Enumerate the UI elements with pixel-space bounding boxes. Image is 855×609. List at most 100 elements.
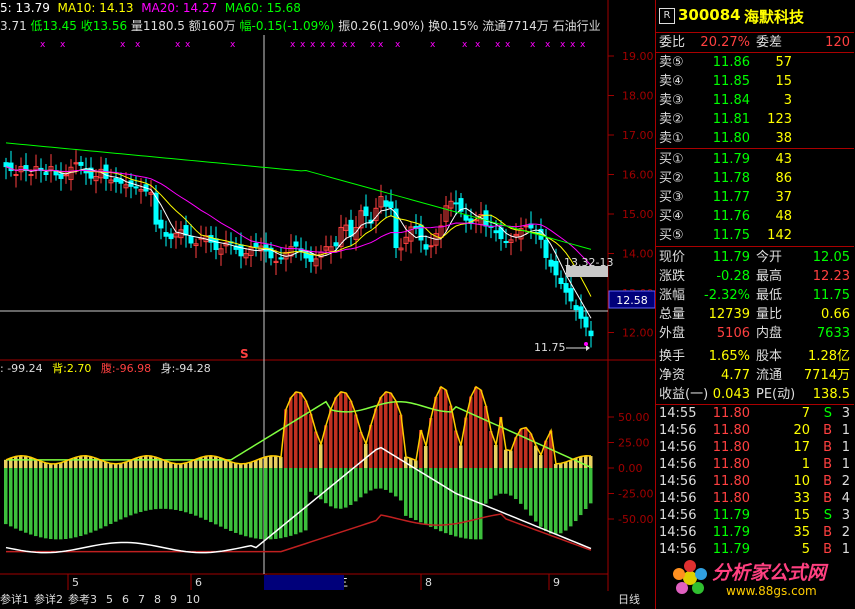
stat-value: 4.77 <box>721 368 750 383</box>
candle-body <box>333 242 339 247</box>
ind-bar-pos <box>19 455 23 468</box>
x-marker: x <box>378 40 384 50</box>
tab-detail-2[interactable]: 参详2 <box>34 593 63 607</box>
stat-value: -0.28 <box>716 269 750 284</box>
ind-bar-pos <box>289 397 293 468</box>
date-tick-label: 9 <box>553 576 560 589</box>
stat-row[interactable]: 涨幅 -2.32% 最低 11.75 <box>656 286 854 305</box>
ask-volume: 15 <box>775 74 792 89</box>
ind-belly-label: 腹: <box>101 361 116 375</box>
stock-logo-icon[interactable]: R <box>659 8 675 24</box>
price-tick-label: 15.00 <box>622 208 654 221</box>
ind-bar-neg <box>509 468 513 496</box>
ind-k: : -99.24 <box>0 362 43 375</box>
quote-panel: R 300084 海默科技 委比 20.27% 委差 120 卖⑤ 11.86 57… <box>655 0 855 609</box>
ind-bar-neg <box>474 468 478 540</box>
ind-bar-pos <box>379 397 383 468</box>
stat-label-2: 股本 <box>756 349 783 364</box>
stat-label-2: 内盘 <box>756 326 783 341</box>
price-tick-label: 18.00 <box>622 90 654 103</box>
ind-bar-neg <box>534 468 538 522</box>
ind-bar-neg <box>134 468 138 514</box>
ind-bar-pos <box>269 455 273 468</box>
candle-body <box>573 305 579 311</box>
ind-bar-pos <box>89 456 93 468</box>
ind-bar-neg <box>299 468 303 533</box>
indicator-header: : -99.24 背:2.70 腹:-96.98 身:-94.28 <box>0 361 211 375</box>
tab-6[interactable]: 6 <box>122 593 129 607</box>
tab-detail-1[interactable]: 参详1 <box>0 593 29 607</box>
stat-row[interactable]: 外盘 5106 内盘 7633 <box>656 324 854 343</box>
kline-chart[interactable]: 19.0018.0017.0016.0015.0014.0013.0012.00… <box>0 0 655 591</box>
ind-bar-neg <box>164 468 168 509</box>
bid-row[interactable]: 买④ 11.76 48 <box>656 207 854 226</box>
candle-body <box>383 200 389 207</box>
ind-bar-neg <box>399 468 403 501</box>
bid-price: 11.79 <box>712 152 750 167</box>
stat-label: 涨幅 <box>659 288 686 303</box>
watermark: 分析家公式网 www.88gs.com <box>670 556 854 608</box>
bid-volume: 43 <box>775 152 792 167</box>
tab-9[interactable]: 9 <box>170 593 177 607</box>
ask-row[interactable]: 卖④ 11.85 15 <box>656 72 854 91</box>
stat-label: 收益(一) <box>659 387 709 402</box>
stat-row[interactable]: 净资 4.77 流通 7714万 <box>656 366 854 385</box>
tab-7[interactable]: 7 <box>138 593 145 607</box>
ind-bar-pos <box>199 457 203 468</box>
ind-bar-pos <box>74 457 78 468</box>
bid-row[interactable]: 买① 11.79 43 <box>656 150 854 169</box>
bid-row[interactable]: 买⑤ 11.75 142 <box>656 226 854 245</box>
tab-5[interactable]: 5 <box>106 593 113 607</box>
candle-body <box>168 233 174 240</box>
ind-bar-neg <box>579 468 583 516</box>
stat-row[interactable]: 收益(一) 0.043 PE(动) 138.5 <box>656 385 854 404</box>
ind-bar-neg <box>439 468 443 532</box>
ask-row[interactable]: 卖① 11.80 38 <box>656 129 854 148</box>
tab-8[interactable]: 8 <box>154 593 161 607</box>
date-tick-label: 8 <box>425 576 432 589</box>
bid-row[interactable]: 买③ 11.77 37 <box>656 188 854 207</box>
ind-bar-neg <box>504 468 508 494</box>
stat-value: 12739 <box>708 307 750 322</box>
ind-bar-pos <box>224 459 228 468</box>
bid-row[interactable]: 买② 11.78 86 <box>656 169 854 188</box>
stat-row[interactable]: 总量 12739 量比 0.66 <box>656 305 854 324</box>
ind-bar-neg <box>264 468 268 540</box>
stat-value: 0.043 <box>712 387 750 402</box>
candle-body <box>483 210 489 227</box>
ind-bar-neg <box>324 468 328 504</box>
x-marker: x <box>120 40 126 50</box>
ind-bar-pos <box>139 456 143 468</box>
tab-ref-3[interactable]: 参考3 <box>68 593 97 607</box>
ind-bar-neg <box>569 468 573 527</box>
ask-label: 卖② <box>659 112 684 127</box>
ind-bar-pos <box>299 392 303 468</box>
ind-bar-neg <box>354 468 358 502</box>
ind-bar-neg <box>129 468 133 516</box>
stat-row[interactable]: 现价 11.79 今开 12.05 <box>656 248 854 267</box>
ind-bar-neg <box>574 468 578 522</box>
tab-10[interactable]: 10 <box>186 593 200 607</box>
x-marker: x <box>310 40 316 50</box>
candle-body <box>133 186 139 189</box>
x-marker: x <box>560 40 566 50</box>
ask-row[interactable]: 卖③ 11.84 3 <box>656 91 854 110</box>
stat-row[interactable]: 换手 1.65% 股本 1.28亿 <box>656 347 854 366</box>
ind-bar-neg <box>24 468 28 533</box>
ind-bar-neg <box>244 468 248 537</box>
candle-body <box>363 206 369 217</box>
stat-label-2: PE(动) <box>756 387 796 402</box>
ind-bar-neg <box>29 468 33 535</box>
period-label[interactable]: 日线 <box>618 593 640 607</box>
ask-price: 11.85 <box>712 74 750 89</box>
stat-row[interactable]: 涨跌 -0.28 最高 12.23 <box>656 267 854 286</box>
ind-bar-pos <box>84 455 88 468</box>
ask-row[interactable]: 卖② 11.81 123 <box>656 110 854 129</box>
candle-body <box>428 245 434 248</box>
ind-bar-pos <box>294 391 298 468</box>
ind-bar-pos <box>334 397 338 468</box>
ind-bar-neg <box>369 468 373 491</box>
ind-bar-pos <box>484 405 488 468</box>
ind-bar-pos <box>434 396 438 468</box>
ask-row[interactable]: 卖⑤ 11.86 57 <box>656 53 854 72</box>
